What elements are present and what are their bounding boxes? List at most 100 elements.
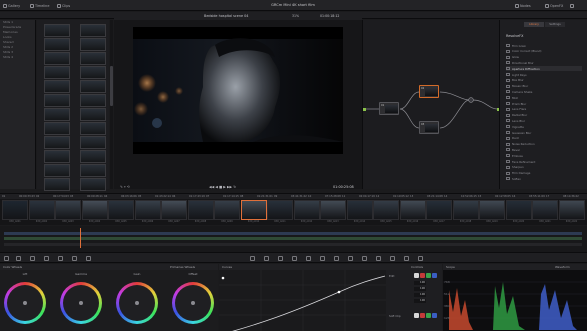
zoom-level[interactable]: 31% bbox=[292, 14, 299, 18]
playhead[interactable] bbox=[80, 228, 81, 248]
node-02[interactable]: 02 bbox=[419, 85, 439, 98]
fx-item[interactable]: Film Grain bbox=[506, 43, 582, 48]
tool-button-icon[interactable] bbox=[362, 256, 367, 261]
tool-button-icon[interactable] bbox=[44, 256, 49, 261]
gallery-still[interactable] bbox=[80, 52, 106, 65]
softclip-b-button[interactable] bbox=[432, 313, 437, 318]
softclip-g-button[interactable] bbox=[426, 313, 431, 318]
fx-item[interactable]: Film Damage bbox=[506, 171, 582, 176]
wheel-handle[interactable] bbox=[135, 301, 139, 305]
fx-item[interactable]: Noise Reduction bbox=[506, 142, 582, 147]
fx-item[interactable]: Lens Blur bbox=[506, 118, 582, 123]
tool-button-icon[interactable] bbox=[4, 256, 9, 261]
channel-y-button[interactable] bbox=[414, 273, 419, 278]
tool-button-icon[interactable] bbox=[292, 256, 297, 261]
softclip-y-button[interactable] bbox=[414, 313, 419, 318]
tool-button-icon[interactable] bbox=[58, 256, 63, 261]
clip-thumbnail[interactable] bbox=[240, 200, 267, 220]
node-editor[interactable]: 01 02 03 bbox=[362, 20, 500, 189]
tool-button-icon[interactable] bbox=[334, 256, 339, 261]
tool-button-icon[interactable] bbox=[390, 256, 395, 261]
clip-thumbnail[interactable] bbox=[108, 200, 134, 220]
curve-value-r[interactable]: 100 bbox=[414, 287, 426, 291]
clip-thumbnail[interactable] bbox=[267, 200, 293, 220]
clip-thumbnail[interactable] bbox=[187, 200, 214, 220]
fx-item[interactable]: Dent bbox=[506, 136, 582, 141]
node-01[interactable]: 01 bbox=[379, 102, 399, 115]
tool-button-icon[interactable] bbox=[404, 256, 409, 261]
tab-library[interactable]: Library bbox=[524, 22, 544, 27]
play-controls[interactable]: ◀◀ ◀ ■ ▶ ▶▶ ↻ bbox=[209, 185, 236, 189]
stills-scrollbar[interactable] bbox=[110, 20, 113, 189]
gallery-still[interactable] bbox=[80, 80, 106, 93]
gallery-still[interactable] bbox=[44, 164, 70, 177]
gallery-still[interactable] bbox=[44, 94, 70, 107]
clip-thumbnail[interactable] bbox=[373, 200, 399, 220]
clip-thumbnail[interactable] bbox=[346, 200, 373, 220]
fx-item[interactable]: Box Blur bbox=[506, 78, 582, 83]
fx-item[interactable]: Mist bbox=[506, 95, 582, 100]
viewer-tools[interactable]: ✎ ⌖ ⟲ bbox=[120, 185, 130, 189]
gallery-still[interactable] bbox=[44, 136, 70, 149]
clip-thumbnail[interactable] bbox=[2, 200, 28, 220]
clip-thumbnail[interactable] bbox=[505, 200, 532, 220]
tool-button-icon[interactable] bbox=[72, 256, 77, 261]
channel-r-button[interactable] bbox=[420, 273, 425, 278]
gallery-still[interactable] bbox=[44, 122, 70, 135]
fx-item[interactable]: Vignette bbox=[506, 124, 582, 129]
curve-graph[interactable] bbox=[219, 270, 386, 331]
fx-item[interactable]: Mosaic Blur bbox=[506, 84, 582, 89]
clip-thumbnail[interactable] bbox=[532, 200, 558, 220]
fx-item[interactable]: Prism Blur bbox=[506, 101, 582, 106]
curve-value-g[interactable]: 100 bbox=[414, 293, 426, 297]
clip-thumbnail[interactable] bbox=[399, 200, 426, 220]
lightbox-button[interactable] bbox=[570, 3, 574, 8]
fx-item[interactable]: Emboss bbox=[506, 153, 582, 158]
fx-item[interactable]: Light Rays bbox=[506, 72, 582, 77]
node-03[interactable]: 03 bbox=[419, 121, 439, 134]
clip-thumbnail[interactable] bbox=[134, 200, 161, 220]
tab-settings[interactable]: Settings bbox=[545, 22, 565, 27]
clip-thumbnail[interactable] bbox=[55, 200, 81, 220]
clip-thumbnail[interactable] bbox=[479, 200, 505, 220]
gallery-still[interactable] bbox=[44, 178, 70, 191]
fx-item[interactable]: Soften bbox=[506, 176, 582, 181]
fx-item[interactable]: Color Correct (Blend) bbox=[506, 49, 582, 54]
viewer-frame[interactable] bbox=[133, 27, 343, 154]
tool-button-icon[interactable] bbox=[418, 256, 423, 261]
clips-button[interactable]: Clips bbox=[57, 3, 70, 8]
color-wheel[interactable] bbox=[4, 282, 46, 324]
softclip-r-button[interactable] bbox=[420, 313, 425, 318]
fx-item[interactable]: Camera Shake bbox=[506, 89, 582, 94]
gallery-still[interactable] bbox=[80, 122, 106, 135]
tool-button-icon[interactable] bbox=[30, 256, 35, 261]
color-wheel[interactable] bbox=[116, 282, 158, 324]
fx-item[interactable]: Radial Blur bbox=[506, 113, 582, 118]
album-item[interactable]: Stills 4 bbox=[0, 55, 35, 60]
gallery-button[interactable]: Gallery bbox=[3, 3, 20, 8]
gallery-still[interactable] bbox=[80, 66, 106, 79]
fx-item[interactable]: Sharpen bbox=[506, 165, 582, 170]
tool-button-icon[interactable] bbox=[320, 256, 325, 261]
tool-button-icon[interactable] bbox=[250, 256, 255, 261]
fx-item[interactable]: Gaussian Blur bbox=[506, 130, 582, 135]
gallery-still[interactable] bbox=[44, 24, 70, 37]
clip-thumbnail[interactable] bbox=[426, 200, 452, 220]
curves-panel[interactable] bbox=[219, 270, 386, 331]
tool-button-icon[interactable] bbox=[348, 256, 353, 261]
gallery-still[interactable] bbox=[44, 80, 70, 93]
gallery-still[interactable] bbox=[80, 94, 106, 107]
gallery-still[interactable] bbox=[44, 38, 70, 51]
fx-item[interactable]: Directional Blur bbox=[506, 60, 582, 65]
fx-item[interactable]: Aperture Diffraction bbox=[506, 66, 582, 72]
wheel-handle[interactable] bbox=[79, 301, 83, 305]
clip-thumbnail[interactable] bbox=[452, 200, 479, 220]
tool-button-icon[interactable] bbox=[278, 256, 283, 261]
curve-value-y[interactable]: 100 bbox=[414, 281, 426, 285]
fx-item[interactable]: Bevel bbox=[506, 147, 582, 152]
gallery-still[interactable] bbox=[44, 66, 70, 79]
gallery-still[interactable] bbox=[44, 150, 70, 163]
fx-item[interactable]: Face Refinement bbox=[506, 159, 582, 164]
fx-item[interactable]: Lens Flare bbox=[506, 107, 582, 112]
wheel-handle[interactable] bbox=[191, 301, 195, 305]
